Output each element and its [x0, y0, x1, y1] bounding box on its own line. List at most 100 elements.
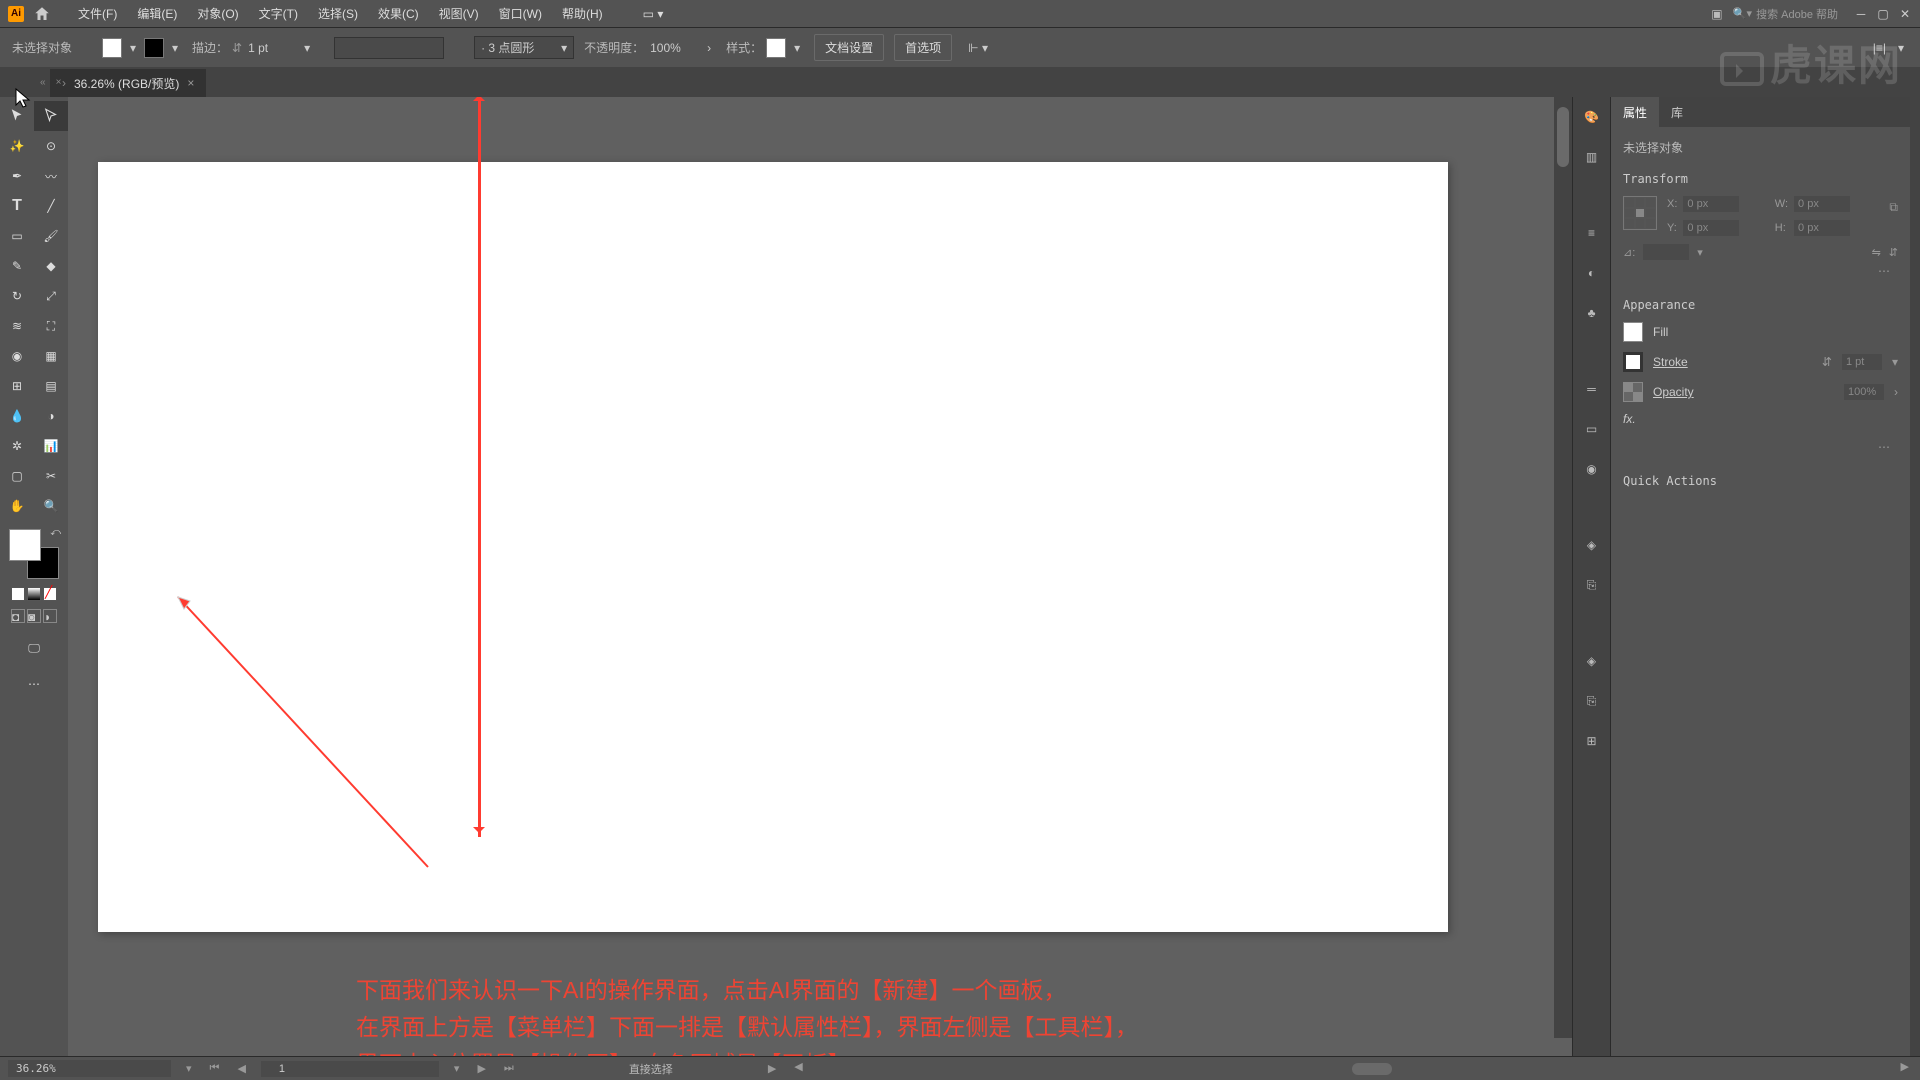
document-tab[interactable]: › 36.26% (RGB/预览) × [50, 69, 206, 97]
selection-tool[interactable] [0, 101, 34, 131]
stroke-swatch[interactable] [144, 38, 164, 58]
panel-collapse-handle[interactable] [1910, 97, 1920, 1056]
stroke-weight-dropdown[interactable]: ▾ [300, 41, 314, 55]
opacity-input[interactable] [648, 39, 698, 57]
stroke-panel-icon[interactable]: ≡ [1580, 221, 1604, 245]
fill-dropdown-icon[interactable]: ▾ [126, 41, 140, 55]
maximize-button[interactable]: ▢ [1876, 7, 1890, 21]
first-artboard-icon[interactable]: ⏮ [207, 1062, 223, 1075]
fx-label[interactable]: fx. [1623, 412, 1636, 426]
type-tool[interactable]: T [0, 191, 34, 221]
line-tool[interactable]: ╱ [34, 191, 68, 221]
next-artboard-icon[interactable]: ▶ [474, 1062, 488, 1075]
lasso-tool[interactable]: ⊙ [34, 131, 68, 161]
flip-v-icon[interactable]: ⇵ [1889, 246, 1898, 259]
opacity-flyout-icon[interactable]: › [1894, 385, 1898, 399]
angle-input[interactable] [1643, 244, 1689, 260]
hscroll-thumb[interactable] [1352, 1063, 1392, 1075]
y-input[interactable] [1683, 220, 1739, 236]
artboard-dropdown-icon[interactable]: ▾ [451, 1062, 463, 1075]
menu-view[interactable]: 视图(V) [429, 0, 489, 27]
pen-tool[interactable]: ✒ [0, 161, 34, 191]
transform-more-icon[interactable]: ⋯ [1623, 260, 1898, 282]
arrange-docs-icon[interactable]: ▣ [1705, 2, 1729, 26]
menu-edit[interactable]: 编辑(E) [127, 0, 187, 27]
artboard-tool[interactable]: ▢ [0, 461, 34, 491]
magic-wand-tool[interactable]: ✨ [0, 131, 34, 161]
home-icon[interactable] [32, 4, 52, 24]
minimize-button[interactable]: ─ [1854, 7, 1868, 21]
draw-behind-icon[interactable]: ◙ [27, 609, 41, 623]
transform-panel-icon[interactable]: ▭ [1580, 417, 1604, 441]
layers-panel-icon[interactable]: ◈ [1580, 649, 1604, 673]
panel-opacity-input[interactable] [1844, 384, 1884, 400]
align-panel-icon[interactable]: ═ [1580, 377, 1604, 401]
tab-libraries[interactable]: 库 [1659, 97, 1695, 127]
appearance-more-icon[interactable]: ⋯ [1623, 436, 1898, 458]
fill-stroke-swatches[interactable]: ⤺ [9, 529, 59, 579]
eyedropper-tool[interactable]: 💧 [0, 401, 34, 431]
shaper-tool[interactable]: ✎ [0, 251, 34, 281]
scale-tool[interactable]: ⤢ [34, 281, 68, 311]
fill-swatch[interactable] [102, 38, 122, 58]
tab-close-icon[interactable]: × [187, 76, 194, 90]
appearance-panel-icon[interactable]: ◈ [1580, 533, 1604, 557]
gradient-panel-icon[interactable]: ◐ [1580, 261, 1604, 285]
panel-stroke-input[interactable] [1842, 354, 1882, 370]
style-dropdown-icon[interactable]: ▾ [790, 41, 804, 55]
blend-tool[interactable]: ◑ [34, 401, 68, 431]
gradient-mode-btn[interactable] [27, 587, 41, 601]
libraries-panel-icon[interactable]: ⊞ [1580, 729, 1604, 753]
eraser-tool[interactable]: ◆ [34, 251, 68, 281]
preferences-button[interactable]: 首选项 [894, 34, 952, 61]
perspective-tool[interactable]: ▦ [34, 341, 68, 371]
stroke-stepper-icon[interactable]: ⇵ [1822, 355, 1832, 369]
draw-normal-icon[interactable]: ◘ [11, 609, 25, 623]
prev-artboard-icon[interactable]: ◀ [234, 1062, 248, 1075]
document-setup-button[interactable]: 文档设置 [814, 34, 884, 61]
stroke-color-swatch[interactable] [1623, 352, 1643, 372]
symbols-panel-icon[interactable]: ♣ [1580, 301, 1604, 325]
canvas-area[interactable]: 下面我们来认识一下AI的操作界面，点击AI界面的【新建】一个画板， 在界面上方是… [68, 97, 1572, 1056]
reference-point-selector[interactable] [1623, 196, 1657, 230]
direct-selection-tool[interactable] [34, 101, 68, 131]
screen-mode-icon[interactable]: 🖵 [17, 633, 51, 663]
shape-builder-tool[interactable]: ◉ [0, 341, 34, 371]
scroll-thumb[interactable] [1557, 107, 1569, 167]
graph-tool[interactable]: 📊 [34, 431, 68, 461]
paintbrush-tool[interactable]: 🖌 [34, 221, 68, 251]
w-input[interactable] [1794, 196, 1850, 212]
zoom-tool[interactable]: 🔍 [34, 491, 68, 521]
chevron-down-icon[interactable]: ▾ [1892, 355, 1898, 369]
control-menu-icon[interactable]: ▾ [1894, 41, 1908, 55]
tab-prev-icon[interactable]: « [40, 77, 46, 88]
opacity-flyout-icon[interactable]: › [702, 41, 716, 55]
swatches-panel-icon[interactable]: ▥ [1580, 145, 1604, 169]
layout-icon[interactable]: ▭ ▾ [633, 0, 674, 27]
free-transform-tool[interactable]: ⛶ [34, 311, 68, 341]
help-search[interactable]: 🔍▾ 搜索 Adobe 帮助 [1733, 6, 1838, 22]
mesh-tool[interactable]: ⊞ [0, 371, 34, 401]
draw-inside-icon[interactable]: ◗ [43, 609, 57, 623]
menu-type[interactable]: 文字(T) [249, 0, 308, 27]
menu-effect[interactable]: 效果(C) [368, 0, 429, 27]
color-mode-btn[interactable] [11, 587, 25, 601]
hand-tool[interactable]: ✋ [0, 491, 34, 521]
x-input[interactable] [1683, 196, 1739, 212]
variable-width-profile[interactable] [334, 37, 444, 59]
zoom-dropdown-icon[interactable]: ▾ [183, 1062, 195, 1075]
hscroll-right-icon[interactable]: ▶ [1898, 1060, 1912, 1073]
menu-object[interactable]: 对象(O) [187, 0, 248, 27]
stroke-stepper-icon[interactable]: ⇵ [232, 41, 242, 55]
symbol-sprayer-tool[interactable]: ✲ [0, 431, 34, 461]
fill-color-swatch[interactable] [1623, 322, 1643, 342]
menu-window[interactable]: 窗口(W) [489, 0, 552, 27]
flip-h-icon[interactable]: ⇋ [1872, 246, 1881, 259]
hscroll-left-icon[interactable]: ◀ [791, 1060, 805, 1073]
vertical-scrollbar[interactable] [1554, 97, 1572, 1038]
close-button[interactable]: ✕ [1898, 7, 1912, 21]
stroke-dropdown-icon[interactable]: ▾ [168, 41, 182, 55]
slice-tool[interactable]: ✂ [34, 461, 68, 491]
rotate-tool[interactable]: ↻ [0, 281, 34, 311]
h-input[interactable] [1794, 220, 1850, 236]
